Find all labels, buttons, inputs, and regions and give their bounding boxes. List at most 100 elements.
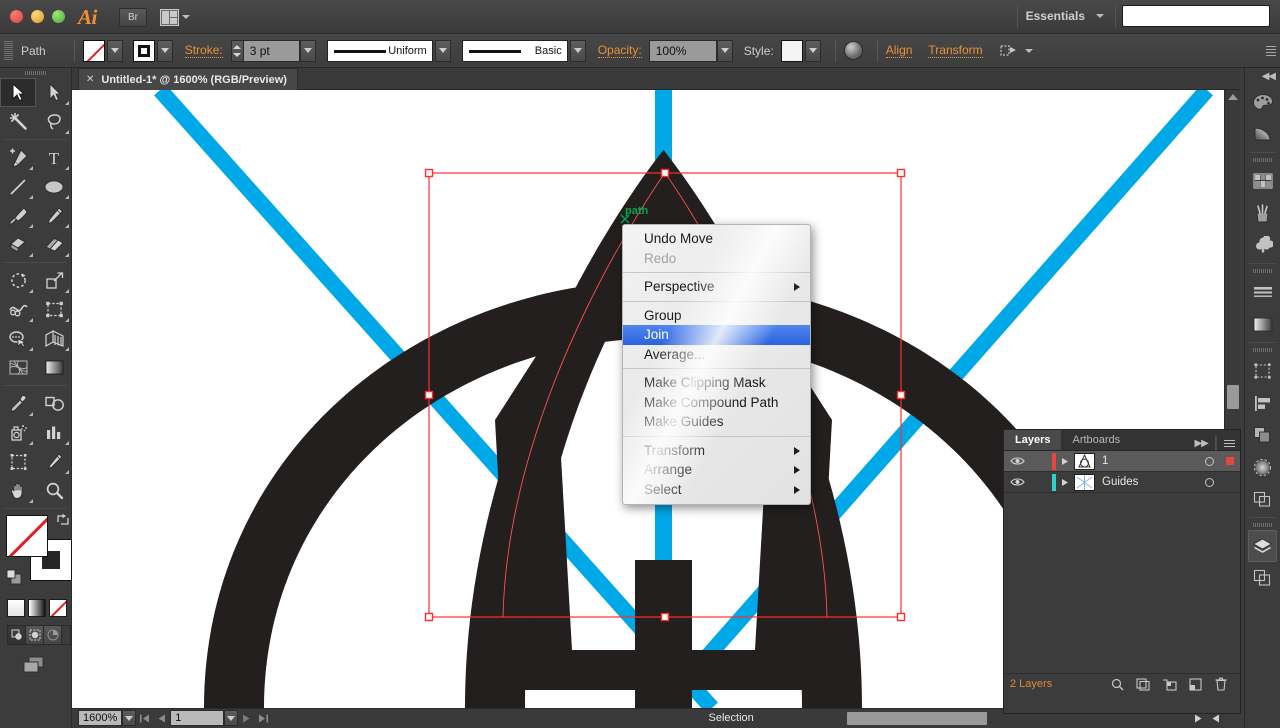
tab-artboards[interactable]: Artboards — [1061, 430, 1131, 450]
dock-group-grip[interactable] — [1245, 345, 1280, 355]
artboard-tool[interactable] — [0, 447, 36, 476]
pencil-tool[interactable] — [36, 201, 72, 230]
eyedropper-tool[interactable] — [0, 389, 36, 418]
hand-tool[interactable] — [0, 476, 36, 505]
line-segment-tool[interactable] — [0, 172, 36, 201]
maximize-window-button[interactable] — [52, 10, 65, 23]
arrange-documents-button[interactable] — [160, 7, 190, 27]
minimize-window-button[interactable] — [31, 10, 44, 23]
transparency-panel-icon[interactable] — [1245, 451, 1280, 483]
graphic-style-control[interactable] — [780, 39, 821, 62]
width-profile-dropdown[interactable] — [434, 39, 451, 62]
workspace-switcher[interactable]: Essentials — [1026, 9, 1104, 23]
layer-visibility-toggle[interactable] — [1004, 477, 1030, 487]
graphic-style-dropdown[interactable] — [804, 39, 821, 62]
magic-wand-tool[interactable] — [0, 107, 36, 136]
chevron-down-icon[interactable] — [1024, 48, 1033, 53]
width-profile-control[interactable]: Uniform — [326, 39, 451, 62]
vertical-scroll-thumb[interactable] — [1227, 385, 1239, 409]
fill-swatch-dropdown[interactable] — [106, 39, 123, 62]
brushes-panel-icon[interactable] — [1245, 197, 1280, 229]
menu-item-transform[interactable]: Transform — [623, 441, 810, 461]
width-profile-value[interactable]: Uniform — [326, 39, 433, 62]
symbols-panel-icon[interactable] — [1245, 229, 1280, 261]
launch-bridge-button[interactable]: Br — [119, 8, 147, 27]
color-panel-icon[interactable] — [1245, 86, 1280, 118]
status-expand-icon[interactable] — [1190, 710, 1207, 726]
artboards-panel-icon[interactable] — [1245, 562, 1280, 594]
transform-button[interactable]: Transform — [928, 43, 983, 58]
paintbrush-tool[interactable] — [0, 201, 36, 230]
graphic-style-swatch[interactable] — [780, 39, 803, 62]
free-transform-tool[interactable] — [36, 295, 72, 324]
type-tool[interactable]: T — [36, 143, 72, 172]
fill-color-box[interactable] — [6, 515, 48, 557]
change-screen-mode-icon[interactable] — [22, 655, 48, 675]
double-arrow-icon[interactable]: ▶▶ — [1194, 438, 1208, 449]
swap-fill-stroke-icon[interactable] — [56, 513, 70, 527]
menu-item-make-compound-path[interactable]: Make Compound Path — [623, 393, 810, 413]
layer-target-indicator[interactable] — [1198, 456, 1220, 466]
rotate-tool[interactable] — [0, 266, 36, 295]
stroke-swatch-dropdown[interactable] — [156, 39, 173, 62]
align-panel-icon[interactable] — [1245, 387, 1280, 419]
dock-group-grip[interactable] — [1245, 155, 1280, 165]
menu-item-perspective[interactable]: Perspective — [623, 277, 810, 297]
menu-item-undo-move[interactable]: Undo Move — [623, 229, 810, 249]
layer-disclosure-triangle[interactable] — [1056, 478, 1074, 487]
menu-item-make-clipping-mask[interactable]: Make Clipping Mask — [623, 373, 810, 393]
layer-row-1[interactable]: 1 — [1004, 451, 1240, 472]
selection-tool[interactable] — [0, 78, 36, 107]
symbol-sprayer-tool[interactable] — [0, 418, 36, 447]
brush-definition-dropdown[interactable] — [569, 39, 586, 62]
brush-definition-value[interactable]: Basic — [461, 39, 568, 62]
layer-selection-indicator[interactable] — [1220, 457, 1240, 465]
zoom-level-dropdown[interactable] — [122, 710, 137, 726]
blend-tool[interactable] — [36, 389, 72, 418]
draw-inside-button[interactable] — [44, 626, 62, 644]
color-guide-panel-icon[interactable] — [1245, 118, 1280, 150]
stroke-color-swatch[interactable] — [132, 39, 155, 62]
layer-disclosure-triangle[interactable] — [1056, 457, 1074, 466]
layer-name[interactable]: Guides — [1102, 476, 1198, 488]
default-fill-stroke-icon[interactable] — [6, 569, 22, 585]
none-swatch-button[interactable] — [49, 599, 67, 617]
shape-builder-tool[interactable] — [0, 324, 36, 353]
column-graph-tool[interactable] — [36, 418, 72, 447]
page-number-dropdown[interactable] — [224, 710, 239, 726]
document-setup-icon[interactable] — [999, 43, 1019, 59]
gradient-tool[interactable] — [36, 353, 72, 382]
lasso-tool[interactable] — [36, 107, 72, 136]
mesh-tool[interactable] — [0, 353, 36, 382]
last-page-icon[interactable] — [255, 710, 272, 726]
create-new-sublayer-button[interactable] — [1156, 678, 1182, 691]
locate-object-button[interactable] — [1104, 678, 1130, 691]
pathfinder-panel-icon[interactable] — [1245, 419, 1280, 451]
opacity-value[interactable]: 100% — [648, 39, 717, 62]
scroll-left-icon[interactable] — [1207, 710, 1224, 726]
ellipse-tool[interactable] — [36, 172, 72, 201]
stroke-weight-stepper[interactable] — [230, 39, 244, 62]
menu-item-average[interactable]: Average... — [623, 345, 810, 365]
opacity-label[interactable]: Opacity: — [597, 43, 642, 58]
layer-target-indicator[interactable] — [1198, 477, 1220, 487]
layer-name[interactable]: 1 — [1102, 455, 1198, 467]
appearance-panel-icon[interactable] — [1245, 483, 1280, 515]
stroke-weight-control[interactable]: 3 pt — [230, 39, 316, 62]
pen-tool[interactable] — [0, 143, 36, 172]
zoom-tool[interactable] — [36, 476, 72, 505]
menu-item-arrange[interactable]: Arrange — [623, 460, 810, 480]
stroke-label[interactable]: Stroke: — [184, 43, 223, 58]
scroll-up-icon[interactable] — [1228, 94, 1238, 100]
delete-selection-button[interactable] — [1208, 677, 1234, 691]
brush-definition-control[interactable]: Basic — [461, 39, 586, 62]
stroke-weight-dropdown[interactable] — [299, 39, 316, 62]
stroke-panel-icon[interactable] — [1245, 276, 1280, 308]
status-text[interactable]: Selection — [272, 712, 1190, 724]
control-bar-menu-icon[interactable] — [1266, 41, 1276, 61]
opacity-dropdown[interactable] — [716, 39, 733, 62]
close-icon[interactable]: ✕ — [86, 74, 94, 85]
menu-item-group[interactable]: Group — [623, 306, 810, 326]
close-window-button[interactable] — [10, 10, 23, 23]
context-menu[interactable]: Undo Move Redo Perspective Group Join Av… — [622, 224, 811, 505]
